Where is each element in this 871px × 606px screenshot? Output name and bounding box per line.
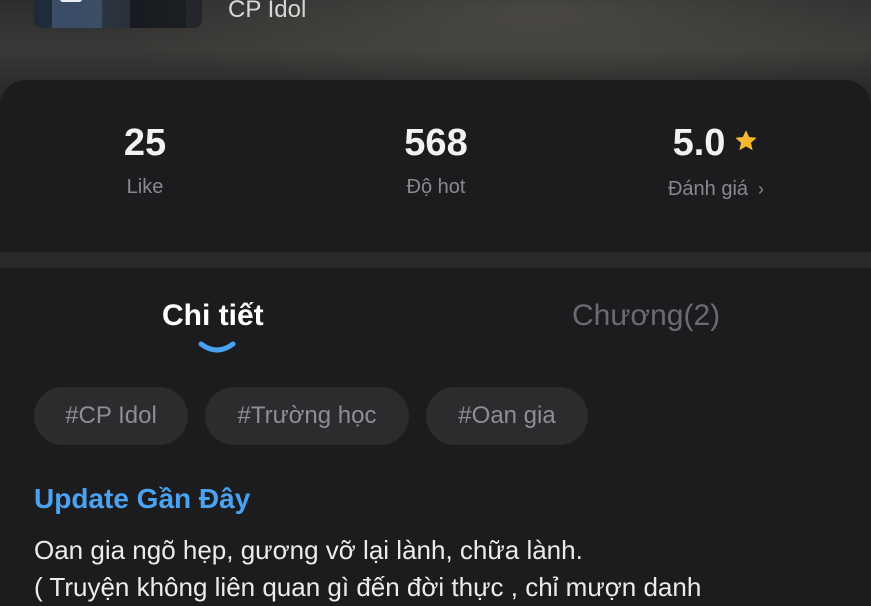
tag-chip[interactable]: #Trường học bbox=[205, 387, 409, 445]
story-cover-image[interactable] bbox=[34, 0, 202, 28]
rating-value: 5.0 bbox=[672, 122, 726, 164]
hot-count: 568 bbox=[404, 122, 468, 164]
tab-chapters[interactable]: Chương(2) bbox=[572, 296, 720, 336]
hot-label: Độ hot bbox=[406, 176, 466, 198]
stats-card: 25 Like 568 Độ hot 5.0 Đánh giá › bbox=[0, 80, 871, 252]
like-count: 25 bbox=[123, 122, 167, 164]
tab-bar: Chi tiết Chương(2) bbox=[0, 268, 871, 360]
description-line: ( Truyện không liên quan gì đến đời thực… bbox=[34, 572, 702, 602]
stat-like: 25 Like bbox=[35, 120, 255, 200]
rating-label: Đánh giá bbox=[667, 177, 749, 200]
tag-chip[interactable]: #CP Idol bbox=[34, 387, 188, 445]
tab-active-indicator bbox=[198, 341, 236, 353]
author-name[interactable]: CP Idol bbox=[228, 0, 306, 26]
tag-chip[interactable]: #Oan gia bbox=[426, 387, 588, 445]
stat-hot: 568 Độ hot bbox=[326, 120, 546, 200]
rating-row: 5.0 bbox=[606, 120, 826, 168]
description-line: Oan gia ngõ hẹp, gương vỡ lại lành, chữa… bbox=[34, 535, 583, 565]
rating-label-row: Đánh giá › bbox=[606, 176, 826, 202]
story-description: Oan gia ngõ hẹp, gương vỡ lại lành, chữa… bbox=[34, 532, 854, 606]
star-icon bbox=[733, 119, 759, 165]
cover-figure-left bbox=[52, 0, 102, 28]
chevron-right-icon: › bbox=[758, 178, 765, 199]
stat-rating[interactable]: 5.0 Đánh giá › bbox=[606, 120, 826, 202]
update-section-title: Update Gần Đây bbox=[34, 483, 251, 514]
cover-glyph bbox=[60, 0, 82, 2]
like-label: Like bbox=[126, 176, 164, 198]
section-divider bbox=[0, 252, 871, 268]
cover-figure-right bbox=[130, 0, 186, 28]
tab-details[interactable]: Chi tiết bbox=[162, 296, 264, 336]
